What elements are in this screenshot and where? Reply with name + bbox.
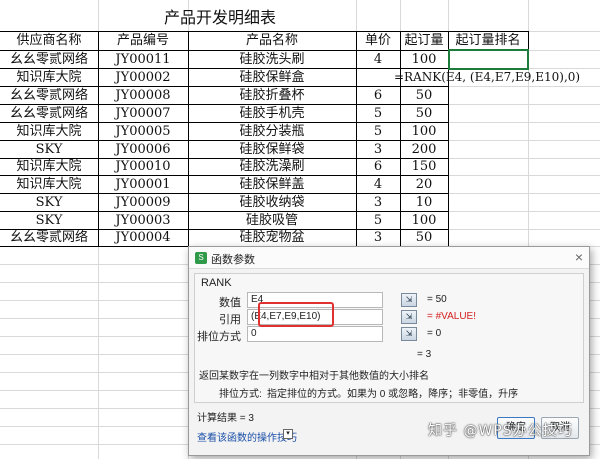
table-cell[interactable]: 硅胶保鲜袋 xyxy=(188,141,356,158)
selected-cell[interactable] xyxy=(448,49,529,70)
app-logo-icon: S xyxy=(195,252,207,264)
table-cell[interactable]: JY00007 xyxy=(98,105,188,122)
collapse-dialog-icon[interactable]: ⇲ xyxy=(401,293,417,307)
param-label-number: 数值 xyxy=(219,297,241,309)
table-cell[interactable]: 10 xyxy=(400,194,448,211)
header-product-name[interactable]: 产品名称 xyxy=(188,32,356,49)
highlight-box xyxy=(258,302,334,327)
help-link[interactable]: 查看该函数的操作技巧 xyxy=(197,429,297,444)
table-cell[interactable]: 6 xyxy=(356,158,400,175)
table-cell[interactable]: 3 xyxy=(356,194,400,211)
table-cell[interactable]: 硅胶收纳袋 xyxy=(188,194,356,211)
table-cell[interactable]: 幺幺零贰网络 xyxy=(0,105,98,122)
header-supplier[interactable]: 供应商名称 xyxy=(0,32,98,49)
table-cell[interactable]: 100 xyxy=(400,51,448,68)
param-description: 指定排位的方式。如果为 0 或忽略，降序；非零值，升序 xyxy=(267,389,519,400)
table-cell[interactable]: JY00008 xyxy=(98,87,188,104)
table-cell[interactable]: 3 xyxy=(356,229,400,246)
header-product-id[interactable]: 产品编号 xyxy=(98,32,188,49)
header-moq[interactable]: 起订量 xyxy=(400,32,448,49)
table-cell[interactable]: SKY xyxy=(0,194,98,211)
table-cell[interactable]: JY00005 xyxy=(98,123,188,140)
table-cell[interactable]: 50 xyxy=(400,229,448,246)
table-cell[interactable]: 5 xyxy=(356,123,400,140)
table-cell[interactable]: 20 xyxy=(400,176,448,193)
table-cell[interactable]: 硅胶分装瓶 xyxy=(188,123,356,140)
table-cell[interactable]: 100 xyxy=(400,123,448,140)
table-cell[interactable]: 硅胶宠物盆 xyxy=(188,229,356,246)
table-cell[interactable]: 硅胶保鲜盒 xyxy=(188,69,356,86)
table-cell[interactable]: JY00011 xyxy=(98,51,188,68)
dialog-titlebar[interactable]: S 函数参数 × xyxy=(189,247,589,269)
param-result-number: = 50 xyxy=(427,294,447,305)
table-cell[interactable]: 6 xyxy=(356,87,400,104)
header-unit-price[interactable]: 单价 xyxy=(356,32,400,49)
table-cell[interactable]: 幺幺零贰网络 xyxy=(0,51,98,68)
header-moq-rank[interactable]: 起订量排名 xyxy=(448,32,528,49)
table-cell[interactable]: JY00001 xyxy=(98,176,188,193)
table-cell[interactable]: 50 xyxy=(400,87,448,104)
table-cell[interactable]: 5 xyxy=(356,105,400,122)
param-result-order: = 0 xyxy=(427,328,442,339)
formula-cell-editing[interactable]: =RANK(E4, (E4,E7,E9,E10),0) xyxy=(394,69,580,86)
table-cell[interactable]: 硅胶手机壳 xyxy=(188,105,356,122)
sheet-title: 产品开发明细表 xyxy=(164,8,277,27)
table-cell[interactable]: JY00004 xyxy=(98,229,188,246)
param-label-ref: 引用 xyxy=(219,314,241,326)
table-cell[interactable]: SKY xyxy=(0,212,98,229)
collapse-dialog-icon[interactable]: ⇲ xyxy=(401,310,417,324)
param-result-ref: = #VALUE! xyxy=(427,311,477,322)
table-cell[interactable]: 硅胶保鲜盖 xyxy=(188,176,356,193)
calc-result: 计算结果 = 3 xyxy=(197,413,254,424)
param-input-order[interactable]: 0 xyxy=(247,326,383,342)
table-cell[interactable]: 3 xyxy=(356,141,400,158)
table-cell[interactable]: 幺幺零贰网络 xyxy=(0,87,98,104)
table-cell[interactable]: 200 xyxy=(400,141,448,158)
table-cell[interactable]: 知识库大院 xyxy=(0,69,98,86)
table-cell[interactable]: JY00002 xyxy=(98,69,188,86)
table-cell[interactable]: 100 xyxy=(400,212,448,229)
table-cell[interactable]: 50 xyxy=(400,105,448,122)
help-dropdown-icon[interactable]: ▾ xyxy=(283,429,293,439)
table-cell[interactable]: 知识库大院 xyxy=(0,158,98,175)
function-name: RANK xyxy=(201,277,232,289)
table-cell[interactable]: 幺幺零贰网络 xyxy=(0,229,98,246)
table-cell[interactable]: JY00009 xyxy=(98,194,188,211)
function-description: 返回某数字在一列数字中相对于其他数值的大小排名 xyxy=(199,371,429,382)
param-label-order: 排位方式 xyxy=(197,331,241,343)
table-cell[interactable]: JY00003 xyxy=(98,212,188,229)
table-cell[interactable]: 4 xyxy=(356,176,400,193)
table-cell[interactable]: SKY xyxy=(0,141,98,158)
table-cell[interactable]: 5 xyxy=(356,212,400,229)
table-cell[interactable]: 硅胶洗澡刷 xyxy=(188,158,356,175)
dialog-title: 函数参数 xyxy=(211,254,255,266)
overall-result: = 3 xyxy=(417,349,432,360)
collapse-dialog-icon[interactable]: ⇲ xyxy=(401,327,417,341)
param-desc-label: 排位方式: xyxy=(219,389,262,400)
table-cell[interactable]: JY00010 xyxy=(98,158,188,175)
table-cell[interactable]: 知识库大院 xyxy=(0,123,98,140)
close-icon[interactable]: × xyxy=(575,249,583,265)
table-cell[interactable]: 150 xyxy=(400,158,448,175)
table-cell[interactable]: 硅胶折叠杯 xyxy=(188,87,356,104)
table-cell[interactable]: 硅胶洗头刷 xyxy=(188,51,356,68)
table-cell[interactable]: 4 xyxy=(356,51,400,68)
table-cell[interactable]: JY00006 xyxy=(98,141,188,158)
table-cell[interactable]: 硅胶吸管 xyxy=(188,212,356,229)
watermark: 知乎 @WPS办公技巧 xyxy=(428,423,573,439)
table-cell[interactable]: 知识库大院 xyxy=(0,176,98,193)
